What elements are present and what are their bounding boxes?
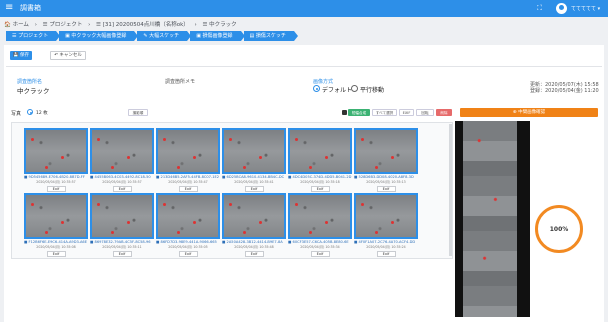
photo-scrollbar[interactable] <box>449 124 452 256</box>
save-button[interactable]: 💾 保存 <box>10 51 32 60</box>
intermediate-image-button[interactable]: ⊕ 中間画像確認 <box>460 108 598 117</box>
divider <box>6 66 602 67</box>
breadcrumb-home[interactable]: 🏠 ホーム <box>4 22 29 28</box>
breadcrumb-separator: › <box>194 22 197 28</box>
user-menu[interactable]: ててててて ▾ <box>571 5 600 12</box>
breadcrumb-project[interactable]: ☰ プロジェクト <box>43 22 83 28</box>
photo-image[interactable] <box>354 193 418 239</box>
exif-button[interactable]: Exif <box>46 251 66 257</box>
photo-image[interactable] <box>24 193 88 239</box>
radio-default[interactable] <box>313 85 320 92</box>
photo-thumb[interactable]: ■ 86978E32-79AB-4C5F-8C58-96 2020/05/04(… <box>90 193 154 257</box>
exif-button[interactable]: Exif <box>310 186 330 192</box>
exif-button[interactable]: Exif <box>376 251 396 257</box>
photo-thumb[interactable]: ■ 6D25BCA8-9610-4134-BB4C-DC 2020/05/04(… <box>222 128 286 192</box>
exif-button[interactable]: Exif <box>112 251 132 257</box>
photo-image[interactable] <box>156 193 220 239</box>
step-wide-sketch[interactable]: ✎ 大幅スケッチ <box>137 31 191 41</box>
cancel-button[interactable]: ↶ キャンセル <box>50 51 86 60</box>
registered-time: 登録：2020/05/04(金) 11:20 <box>530 88 599 94</box>
radio-parallel-label: 平行移動 <box>360 87 385 94</box>
photo-thumb[interactable]: ■ 4DC4D05C-374D-4DD5-B041-2D 2020/05/04(… <box>288 128 352 192</box>
photo-date: 2020/05/04(月) 10:35:13 <box>366 180 406 184</box>
step-damage-sketch[interactable]: ▤ 損傷スケッチ <box>243 31 299 41</box>
exif-button[interactable]: Exif <box>310 251 330 257</box>
exif-button[interactable]: Exif <box>244 251 264 257</box>
breadcrumb: 🏠 ホーム › ☰ プロジェクト › ☰ [31] 20200504点川橋（名称… <box>4 20 241 28</box>
name-label: 調査箇所名 <box>17 79 43 85</box>
method-label: 画像方式 <box>313 79 334 85</box>
photo-date: 2020/05/04(月) 10:35:05 <box>168 245 208 249</box>
panorama-button[interactable]: 短幅合成 <box>348 109 370 116</box>
photo-date: 2020/05/04(月) 10:35:48 <box>234 245 274 249</box>
exif-button[interactable]: Exif <box>376 186 396 192</box>
photo-image[interactable] <box>288 193 352 239</box>
photo-date: 2020/05/04(月) 10:35:34 <box>300 245 340 249</box>
photo-thumb[interactable]: ■ 528D6B3-DD08-4020-A8F8-3D 2020/05/04(月… <box>354 128 418 192</box>
top-bar: ≡ 調書箱 ⛶ ててててて ▾ <box>0 0 608 17</box>
photo-date: 2020/05/04(月) 10:35:41 <box>234 180 274 184</box>
photo-grid: ■ 9D545689-E706-4B20-8B7D-FF 2020/05/04(… <box>11 122 453 259</box>
exif-button[interactable]: Exif <box>46 186 66 192</box>
stitched-preview-image <box>455 121 530 317</box>
radio-parallel[interactable] <box>351 85 358 92</box>
radio-default-label: デフォルト <box>322 87 353 94</box>
photo-thumb[interactable]: ■ F12B6F6E-E9C6-414A-A9D3-A6E 2020/05/04… <box>24 193 88 257</box>
breadcrumb-separator: › <box>34 22 37 28</box>
step-tabs: ☰ プロジェクト ▣ 中クラック大幅画像登録 ✎ 大幅スケッチ ▣ 損傷画像登録… <box>6 31 299 41</box>
photo-date: 2020/05/04(月) 10:35:18 <box>300 180 340 184</box>
rotate-button[interactable]: 回転 <box>416 109 434 116</box>
photo-thumb[interactable]: ■ 9D545689-E706-4B20-8B7D-FF 2020/05/04(… <box>24 128 88 192</box>
photo-date: 2020/05/04(月) 10:35:47 <box>168 180 208 184</box>
step-wide-image[interactable]: ▣ 中クラック大幅画像登録 <box>59 31 139 41</box>
breadcrumb-current: ☰ 中クラック <box>202 22 237 28</box>
menu-icon[interactable]: ≡ <box>5 2 13 14</box>
select-icon[interactable] <box>342 110 347 115</box>
photo-date: 2020/05/04(月) 10:35:11 <box>102 245 142 249</box>
sort-button[interactable]: 撮影順 <box>128 109 148 116</box>
step-project[interactable]: ☰ プロジェクト <box>6 31 61 41</box>
photos-label: 写真 <box>11 111 22 117</box>
step-damage-image[interactable]: ▣ 損傷画像登録 <box>190 31 245 41</box>
photo-image[interactable] <box>90 128 154 174</box>
photo-image[interactable] <box>24 128 88 174</box>
photo-date: 2020/05/04(月) 10:35:57 <box>102 180 142 184</box>
breadcrumb-bridge[interactable]: ☰ [31] 20200504点川橋（名称ok） <box>96 22 189 28</box>
progress-text: 100% <box>549 226 569 233</box>
photo-date: 2020/05/04(月) 10:35:57 <box>36 180 76 184</box>
photo-thumb[interactable]: ■ 86FD7D3-98E9-441A-9066-665 2020/05/04(… <box>156 193 220 257</box>
photo-image[interactable] <box>222 128 286 174</box>
photo-image[interactable] <box>156 128 220 174</box>
app-title: 調書箱 <box>20 4 41 12</box>
fullscreen-icon[interactable]: ⛶ <box>537 4 542 13</box>
delete-button[interactable]: 削除 <box>436 109 452 116</box>
exif-button[interactable]: EXIF <box>399 109 414 116</box>
avatar[interactable] <box>556 3 567 14</box>
photo-date: 2020/05/04(月) 10:35:08 <box>36 245 76 249</box>
exif-button[interactable]: Exif <box>244 186 264 192</box>
photo-thumb[interactable]: ■ 60CF3E57-C6CA-405B-8E80-6E 2020/05/04(… <box>288 193 352 257</box>
name-value[interactable]: 中クラック <box>17 85 50 95</box>
photo-date: 2020/05/04(月) 10:35:24 <box>366 245 406 249</box>
exif-button[interactable]: Exif <box>112 186 132 192</box>
select-all-button[interactable]: すべて選択 <box>372 109 397 116</box>
photo-thumb[interactable]: ■ 2A50A428-3B12-4414-B9E7-8A 2020/05/04(… <box>222 193 286 257</box>
photo-thumb[interactable]: ■ 4F0F1A07-2C76-4A70-ACF4-DD 2020/05/04(… <box>354 193 418 257</box>
exif-button[interactable]: Exif <box>178 251 198 257</box>
photo-image[interactable] <box>288 128 352 174</box>
photo-thumb[interactable]: ■ 4455B063-4C03-4492-8C18-50 2020/05/04(… <box>90 128 154 192</box>
photo-image[interactable] <box>354 128 418 174</box>
photo-image[interactable] <box>222 193 286 239</box>
photos-check[interactable] <box>27 109 33 115</box>
app-root: ≡ 調書箱 ⛶ ててててて ▾ 🏠 ホーム › ☰ プロジェクト › ☰ [31… <box>0 0 608 322</box>
photos-count: 12 枚 <box>36 111 48 116</box>
exif-button[interactable]: Exif <box>178 186 198 192</box>
photo-thumb[interactable]: ■ 213D46B5-2AF5-44FB-8C07-1E2 2020/05/04… <box>156 128 220 192</box>
memo-label: 調査箇所メモ <box>165 79 196 85</box>
breadcrumb-separator: › <box>88 22 91 28</box>
photo-image[interactable] <box>90 193 154 239</box>
